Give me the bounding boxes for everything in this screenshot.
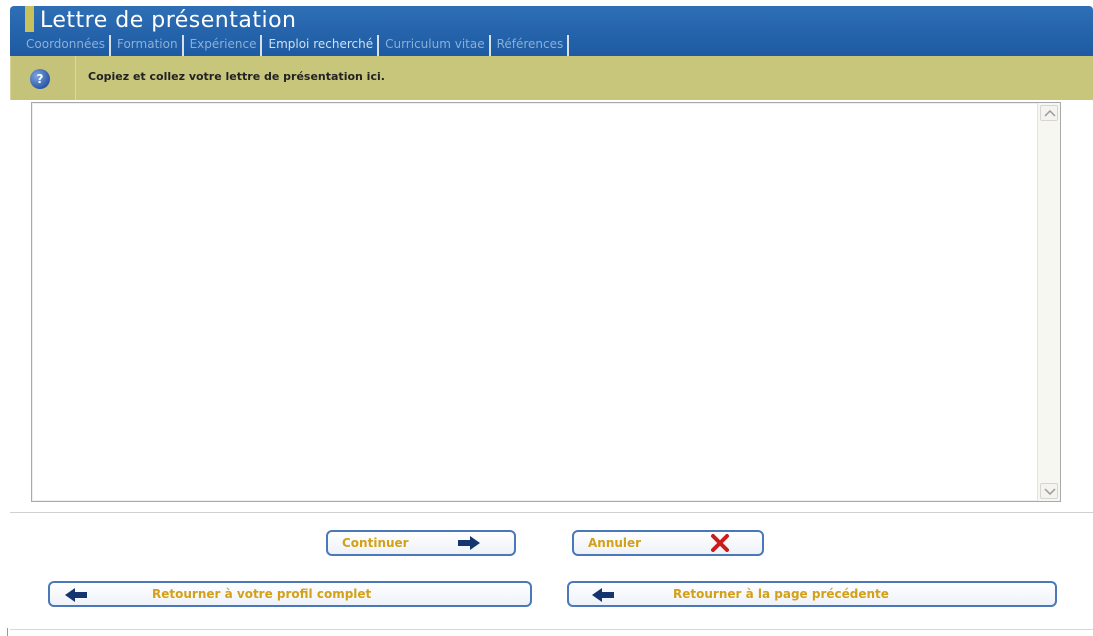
help-text: Copiez et collez votre lettre de présent… bbox=[88, 70, 385, 83]
scroll-up-button[interactable] bbox=[1040, 105, 1058, 121]
section-divider bbox=[10, 512, 1093, 513]
continue-button[interactable]: Continuer bbox=[326, 530, 516, 556]
help-icon[interactable]: ? bbox=[30, 69, 50, 89]
tab-coordonnees[interactable]: Coordonnées bbox=[10, 35, 111, 56]
cover-letter-panel: Lettre de présentation Coordonnées Forma… bbox=[7, 6, 1093, 636]
back-to-profile-button[interactable]: Retourner à votre profil complet bbox=[48, 581, 532, 607]
cancel-button-label: Annuler bbox=[588, 536, 642, 550]
tab-curriculum-vitae[interactable]: Curriculum vitae bbox=[379, 35, 491, 56]
chevron-down-icon bbox=[1044, 488, 1056, 495]
page-title: Lettre de présentation bbox=[40, 8, 297, 33]
help-icon-box: ? bbox=[11, 56, 76, 100]
tab-emploi-recherche[interactable]: Emploi recherché bbox=[262, 35, 380, 56]
page-header: Lettre de présentation Coordonnées Forma… bbox=[10, 6, 1093, 56]
chevron-up-icon bbox=[1044, 110, 1056, 117]
arrow-right-icon bbox=[458, 536, 480, 550]
back-to-profile-label: Retourner à votre profil complet bbox=[152, 587, 372, 601]
scroll-down-button[interactable] bbox=[1040, 483, 1058, 499]
footer-divider bbox=[10, 629, 1093, 630]
continue-button-label: Continuer bbox=[342, 536, 409, 550]
close-icon bbox=[711, 534, 729, 552]
tab-references[interactable]: Références bbox=[491, 35, 570, 56]
previous-page-button[interactable]: Retourner à la page précédente bbox=[567, 581, 1057, 607]
header-accent bbox=[25, 6, 34, 32]
cancel-button[interactable]: Annuler bbox=[572, 530, 764, 556]
tab-experience[interactable]: Expérience bbox=[184, 35, 263, 56]
letter-textarea-container bbox=[31, 102, 1061, 502]
tab-bar: Coordonnées Formation Expérience Emploi … bbox=[10, 35, 570, 56]
textarea-scrollbar[interactable] bbox=[1037, 103, 1060, 501]
tab-formation[interactable]: Formation bbox=[111, 35, 184, 56]
previous-page-label: Retourner à la page précédente bbox=[673, 587, 889, 601]
arrow-left-icon bbox=[65, 588, 87, 602]
arrow-left-icon bbox=[592, 588, 614, 602]
cover-letter-input[interactable] bbox=[32, 103, 1037, 501]
help-bar: ? Copiez et collez votre lettre de prése… bbox=[10, 56, 1093, 100]
